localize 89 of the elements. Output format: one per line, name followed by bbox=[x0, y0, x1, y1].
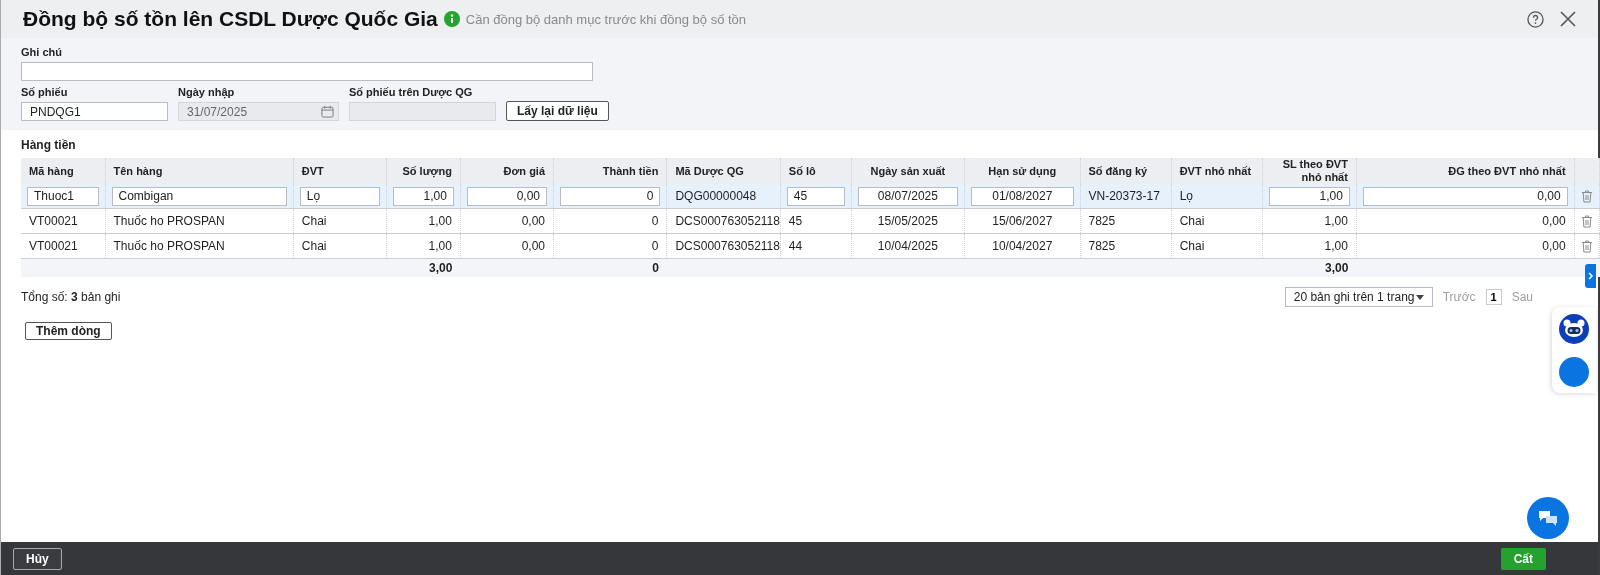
table-cell: 10/04/2025 bbox=[877, 239, 938, 253]
column-header: ĐVT nhỏ nhất bbox=[1171, 158, 1263, 184]
add-row-button[interactable]: Thêm dòng bbox=[25, 322, 112, 340]
total-value: 3,00 bbox=[1325, 261, 1349, 275]
expand-tab[interactable] bbox=[1585, 264, 1596, 288]
field-label: Số phiếu bbox=[21, 86, 69, 98]
table-cell: 0,00 bbox=[1542, 214, 1566, 228]
cancel-button[interactable]: Hủy bbox=[13, 547, 62, 570]
table-cell: 7825 bbox=[1088, 239, 1116, 253]
column-header: Hạn sử dụng bbox=[964, 158, 1080, 184]
chevron-right-icon bbox=[1587, 272, 1594, 280]
column-header: Số lượng bbox=[386, 158, 461, 184]
table-cell: 15/05/2025 bbox=[877, 214, 938, 228]
table-cell: DCS000763052118 bbox=[675, 214, 780, 228]
column-header: Mã hàng bbox=[21, 158, 106, 184]
table-cell: 0,00 bbox=[521, 214, 546, 228]
field-label: Ghi chú bbox=[21, 46, 63, 58]
column-header: Tên hàng bbox=[105, 158, 294, 184]
table-cell: 1,00 bbox=[1324, 214, 1348, 228]
table-cell: 45 bbox=[788, 214, 803, 228]
total-value: 3,00 bbox=[429, 261, 453, 275]
circle-icon[interactable] bbox=[1559, 356, 1589, 387]
column-header: Số đăng ký bbox=[1080, 158, 1172, 184]
column-header: SL theo ĐVT nhỏ nhất bbox=[1262, 158, 1357, 184]
trash-icon[interactable] bbox=[1580, 239, 1593, 253]
table-cell: Lọ bbox=[1179, 189, 1193, 203]
table-cell: 7825 bbox=[1088, 214, 1116, 228]
total-value: 0 bbox=[652, 261, 659, 275]
cell-input[interactable]: 08/07/2025 bbox=[857, 186, 959, 206]
table-cell: Thuốc ho PROSPAN bbox=[113, 239, 225, 253]
table-cell: DQG00000048 bbox=[675, 189, 757, 203]
table-cell: 1,00 bbox=[1324, 239, 1348, 253]
table-row[interactable]: VT00021 Thuốc ho PROSPAN Chai 1,00 0,00 0 DCS000763052118 44 10/04/2025 10/04/2027 7825 Chai 1,00 0,00 bbox=[21, 233, 1600, 259]
cell-input[interactable]: Lọ bbox=[299, 186, 380, 206]
column-header: Thành tiền bbox=[553, 158, 667, 184]
table-cell: VT00021 bbox=[29, 214, 78, 228]
column-header: ĐVT bbox=[293, 158, 387, 184]
cell-input[interactable]: 0,00 bbox=[466, 186, 548, 206]
info-icon bbox=[443, 11, 460, 27]
table-cell: 1,00 bbox=[428, 239, 452, 253]
column-header: Mã Dược QG bbox=[666, 158, 781, 184]
table-cell: Chai bbox=[301, 214, 327, 228]
table-cell: Thuốc ho PROSPAN bbox=[113, 214, 225, 228]
help-icon[interactable] bbox=[1527, 10, 1544, 28]
trash-icon[interactable] bbox=[1580, 189, 1593, 203]
note-field[interactable] bbox=[21, 62, 593, 81]
robot-icon[interactable] bbox=[1559, 313, 1589, 344]
table-cell: Chai bbox=[301, 239, 327, 253]
cell-input[interactable]: 01/08/2027 bbox=[971, 186, 1074, 206]
cell-input[interactable]: 0,00 bbox=[1362, 186, 1568, 206]
table-cell: 44 bbox=[788, 239, 803, 253]
column-header: Đơn giá bbox=[460, 158, 554, 184]
field-label: Số phiếu trên Dược QG bbox=[349, 86, 474, 98]
table-row[interactable]: Thuoc1 Combigan Lọ 1,00 0,00 0 DQG00000048 45 08/07/2025 01/08/2027 VN-20373-17 Lọ 1,00 0,00 bbox=[21, 184, 1600, 209]
reload-button[interactable]: Lấy lại dữ liệu bbox=[506, 101, 609, 121]
column-header: Số lô bbox=[780, 158, 852, 184]
table-cell: 0,00 bbox=[1542, 239, 1566, 253]
table-cell: 15/06/2027 bbox=[992, 214, 1053, 228]
hint-text: Cần đồng bộ danh mục trước khi đồng bộ số tồn bbox=[465, 11, 747, 27]
table-cell: 0 bbox=[651, 214, 659, 228]
cell-input[interactable]: 45 bbox=[786, 186, 845, 206]
table-cell: 0 bbox=[651, 239, 659, 253]
table-cell: 10/04/2027 bbox=[992, 239, 1053, 253]
column-header: ĐG theo ĐVT nhỏ nhất bbox=[1356, 158, 1575, 184]
field-label: Ngày nhập bbox=[178, 86, 236, 98]
caret-icon bbox=[1415, 294, 1424, 300]
voucher-field[interactable]: PNDQG1 bbox=[21, 102, 168, 121]
page-number[interactable]: 1 bbox=[1485, 289, 1502, 305]
table-cell: VT00021 bbox=[29, 239, 78, 253]
column-header: Ngày sản xuất bbox=[851, 158, 965, 184]
section-title: Hàng tiền bbox=[21, 138, 77, 152]
table-cell: Chai bbox=[1179, 239, 1205, 253]
table-cell: 1,00 bbox=[428, 214, 452, 228]
cell-input[interactable]: Combigan bbox=[111, 186, 287, 206]
record-count: Tổng số: 3 bản ghi bbox=[21, 290, 121, 304]
cell-input[interactable]: 1,00 bbox=[1268, 186, 1350, 206]
cell-input[interactable]: 0 bbox=[560, 186, 661, 206]
table-cell: 0,00 bbox=[521, 239, 546, 253]
trash-icon[interactable] bbox=[1580, 214, 1593, 228]
table-cell: DCS000763052118 bbox=[675, 239, 780, 253]
chat-icon[interactable] bbox=[1527, 497, 1569, 539]
dialog-title: Đồng bộ số tồn lên CSDL Dược Quốc Gia bbox=[23, 7, 438, 31]
table-cell: VN-20373-17 bbox=[1088, 189, 1160, 203]
cell-input[interactable]: Thuoc1 bbox=[27, 186, 99, 206]
page-size-select[interactable]: 20 bản ghi trên 1 trang bbox=[1284, 287, 1433, 307]
cell-input[interactable]: 1,00 bbox=[393, 186, 454, 206]
close-icon[interactable] bbox=[1560, 11, 1576, 27]
table-cell: Chai bbox=[1179, 214, 1205, 228]
table-row[interactable]: VT00021 Thuốc ho PROSPAN Chai 1,00 0,00 0 DCS000763052118 45 15/05/2025 15/06/2027 7825 Chai 1,00 0,00 bbox=[21, 208, 1600, 234]
